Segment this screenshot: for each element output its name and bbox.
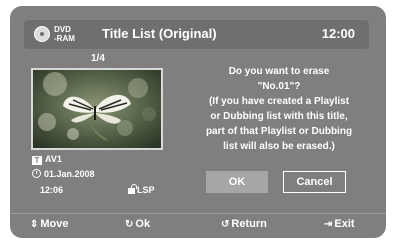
- lock-icon: [128, 184, 137, 194]
- date-info: 01.Jan.2008: [32, 169, 95, 179]
- channel-label: AV1: [45, 154, 62, 164]
- screen-title: Title List (Original): [102, 26, 217, 41]
- dvd-osd-screen: DVD -RAM Title List (Original) 12:00 1/4: [10, 6, 386, 238]
- title-counter: 1/4: [91, 53, 105, 64]
- record-mode-info: LSP: [128, 184, 155, 195]
- date-label: 01.Jan.2008: [44, 169, 95, 179]
- footer-ok-hint: ↻ Ok: [125, 218, 150, 230]
- clock-display: 12:00: [321, 26, 355, 41]
- return-icon: ↺: [221, 219, 230, 230]
- move-label: Move: [40, 218, 69, 230]
- title-thumbnail: [31, 68, 163, 150]
- channel-info: T AV1: [32, 154, 62, 165]
- return-label: Return: [231, 218, 267, 230]
- footer-exit-hint: ⇥ Exit: [324, 218, 355, 230]
- up-down-arrow-icon: ⇕: [30, 219, 39, 230]
- ok-button[interactable]: OK: [206, 171, 268, 193]
- title-bar: DVD -RAM Title List (Original) 12:00: [24, 19, 369, 49]
- disc-icon: [34, 26, 50, 42]
- footer-move-hint: ⇕ Move: [30, 218, 69, 230]
- exit-label: Exit: [334, 218, 355, 230]
- record-mode-label: LSP: [137, 185, 155, 195]
- enter-icon: ↻: [125, 219, 134, 230]
- exit-icon: ⇥: [324, 219, 333, 230]
- cancel-button[interactable]: Cancel: [283, 171, 346, 193]
- disc-type-label: DVD -RAM: [54, 25, 94, 43]
- tv-icon: T: [32, 156, 42, 165]
- footer-return-hint: ↺ Return: [221, 218, 267, 230]
- erase-confirmation-message: Do you want to erase "No.01"? (If you ha…: [205, 66, 353, 152]
- footer-divider: [10, 213, 386, 214]
- clock-icon: [32, 169, 41, 178]
- ok-hint-label: Ok: [135, 218, 151, 230]
- time-info: 12:06: [40, 185, 63, 195]
- time-label: 12:06: [40, 185, 64, 195]
- disc-type-line2: -RAM: [54, 34, 75, 43]
- butterfly-thumbnail-image: [33, 70, 161, 148]
- disc-type-line1: DVD: [54, 25, 71, 34]
